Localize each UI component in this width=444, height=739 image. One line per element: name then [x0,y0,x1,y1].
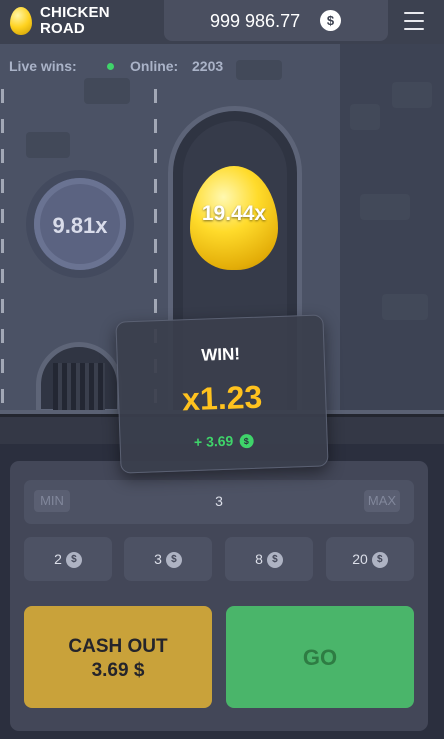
live-wins-label: Live wins: [9,58,77,74]
manhole-cover: 9.81x [26,170,134,278]
logo-line-2: ROAD [40,20,85,37]
quick-bet-chip[interactable]: 20 $ [326,537,414,581]
quick-bet-chip[interactable]: 2 $ [24,537,112,581]
dollar-coin-icon: $ [239,434,254,449]
live-stats: Live wins: Online: 2203 [0,44,340,86]
brick [26,132,70,158]
dollar-coin-icon: $ [371,552,388,569]
win-popup: WIN! x1.23 + 3.69 $ [115,314,329,474]
dollar-coin-icon: $ [165,552,182,569]
brick [382,294,428,320]
bet-amount-input[interactable]: MIN 3 MAX [24,480,414,524]
go-button[interactable]: GO [226,606,414,708]
bet-control-panel: MIN 3 MAX 2 $ 3 $ 8 $ 20 $ CASH OUT 3.69 $ G… [10,461,428,731]
online-label: Online: [130,58,179,74]
hamburger-menu-icon[interactable] [404,12,424,30]
cash-out-amount: 3.69 $ [91,660,145,681]
logo-text: CHICKEN ROAD [40,5,110,37]
egg-logo-icon [10,7,32,35]
dollar-coin-icon: $ [266,552,283,569]
logo-line-1: CHICKEN [40,4,110,21]
bet-value: 3 [215,493,223,509]
quick-bet-chip[interactable]: 3 $ [124,537,212,581]
chip-value: 2 [54,551,62,567]
dollar-coin-icon: $ [320,10,341,31]
balance-amount: 999 986.77 [210,11,301,31]
win-amount-row: + 3.69 $ [120,429,326,452]
chip-value: 8 [255,551,263,567]
brick [392,82,432,108]
brick [360,194,410,220]
quick-bet-chip[interactable]: 8 $ [225,537,313,581]
win-multiplier: x1.23 [181,378,263,418]
game-logo: CHICKEN ROAD [10,5,130,39]
go-label: GO [302,645,338,670]
top-bar: CHICKEN ROAD 999 986.77 $ [0,0,444,44]
win-title: WIN! [200,344,241,365]
sewer-grate [36,342,122,414]
balance-display: 999 986.77 $ [164,0,388,41]
next-multiplier: 19.44x [201,202,267,225]
passed-multiplier: 9.81x [52,213,108,238]
online-count: 2203 [192,58,224,74]
cash-out-button[interactable]: CASH OUT 3.69 $ [24,606,212,708]
win-amount: + 3.69 [193,432,234,451]
brick [350,104,380,130]
online-status-icon [107,63,114,70]
chip-value: 20 [352,551,368,567]
dollar-coin-icon: $ [65,552,82,569]
lane-divider [1,89,4,414]
chip-value: 3 [154,551,162,567]
cash-out-label: CASH OUT [68,636,168,657]
max-bet-button[interactable]: MAX [364,490,400,512]
